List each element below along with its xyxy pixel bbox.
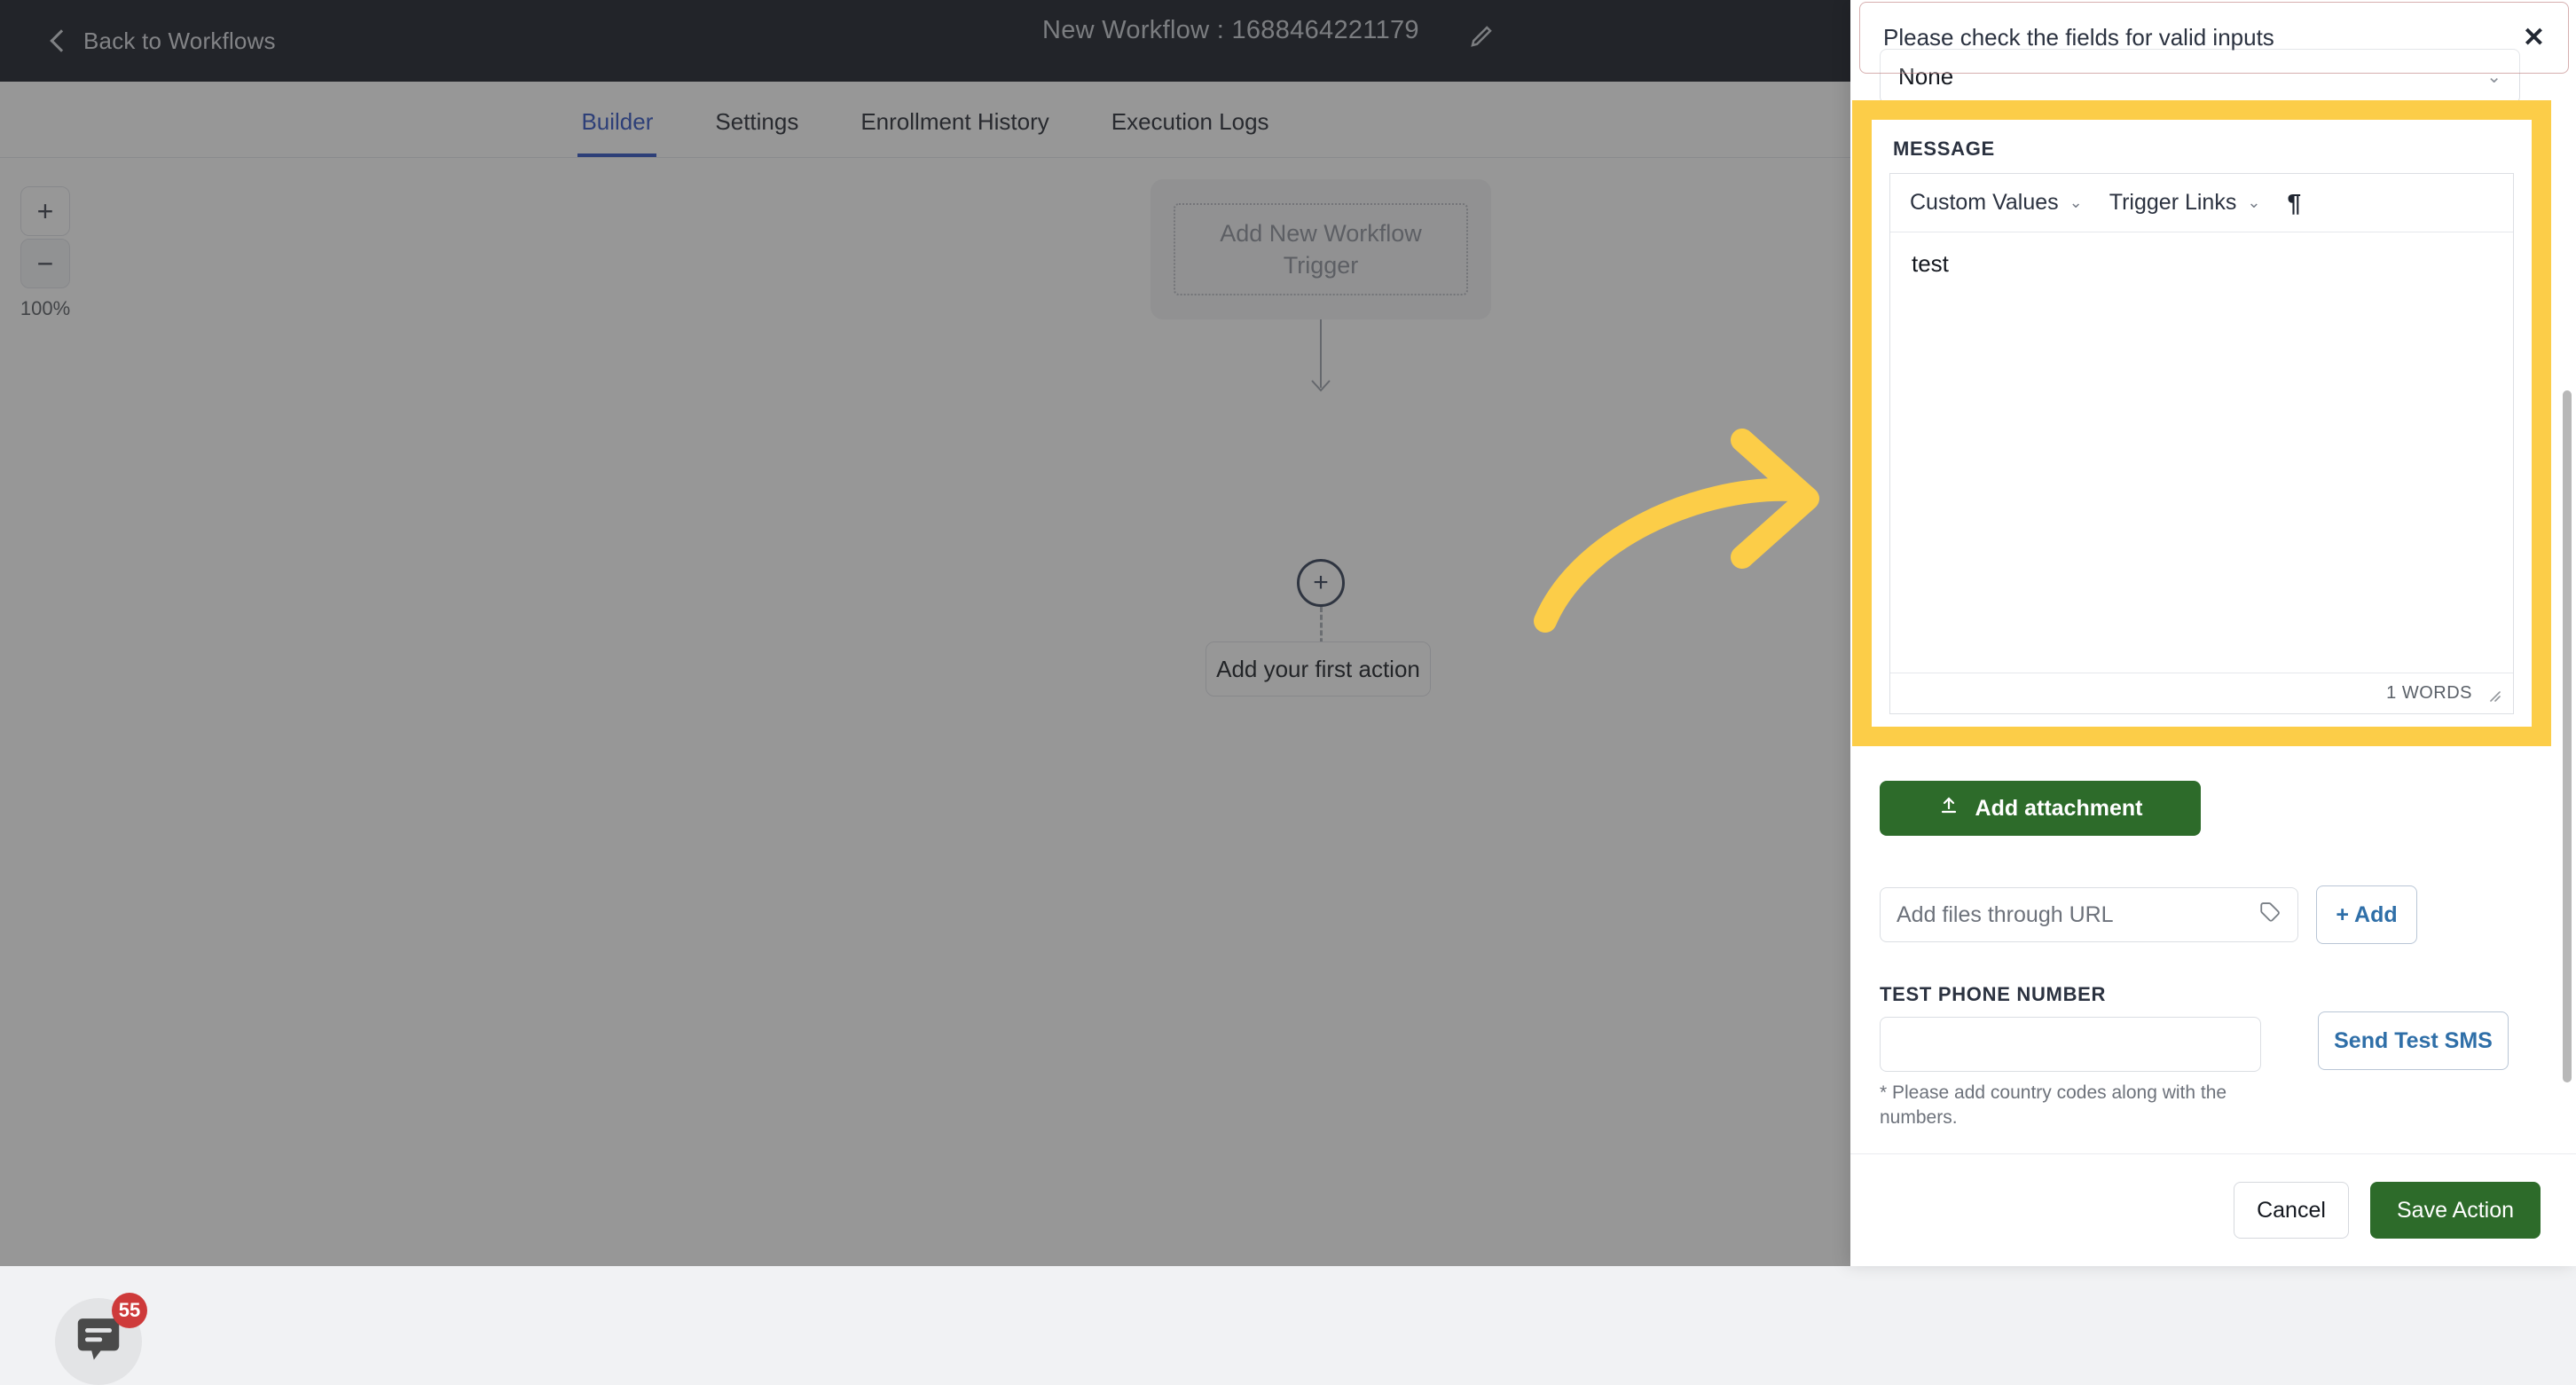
workflow-canvas[interactable]: + − 100% Add New Workflow Trigger + Add …	[0, 158, 1850, 1266]
sms-action-panel: None ⌄ MESSAGE Custom Values ⌄ Tr	[1850, 0, 2576, 1266]
add-node-button[interactable]: +	[1297, 559, 1345, 607]
connector-arrow-icon	[1311, 380, 1331, 392]
add-new-workflow-trigger-button[interactable]: Add New Workflow Trigger	[1174, 203, 1468, 295]
message-card: MESSAGE Custom Values ⌄ Trigger Links ⌄	[1872, 120, 2532, 727]
test-phone-hint: * Please add country codes along with th…	[1880, 1081, 2261, 1131]
test-phone-input[interactable]	[1880, 1017, 2261, 1072]
pilcrow-icon[interactable]: ¶	[2287, 189, 2301, 217]
custom-values-label: Custom Values	[1910, 190, 2059, 216]
back-to-workflows-label: Back to Workflows	[83, 28, 276, 55]
cancel-button[interactable]: Cancel	[2234, 1182, 2349, 1239]
validation-toast: Please check the fields for valid inputs…	[1859, 2, 2569, 74]
zoom-out-button[interactable]: −	[20, 239, 70, 288]
resize-grip-icon[interactable]	[2485, 686, 2501, 702]
message-section-label: MESSAGE	[1893, 138, 2514, 161]
trigger-links-dropdown[interactable]: Trigger Links ⌄	[2109, 190, 2261, 216]
message-editor[interactable]: Custom Values ⌄ Trigger Links ⌄ ¶ test	[1889, 173, 2514, 714]
zoom-level-label: 100%	[20, 297, 70, 320]
connector-line	[1320, 319, 1322, 388]
chat-widget[interactable]: 55	[55, 1298, 142, 1385]
tab-builder[interactable]: Builder	[577, 108, 656, 157]
custom-values-dropdown[interactable]: Custom Values ⌄	[1910, 190, 2083, 216]
close-icon[interactable]: ✕	[2523, 25, 2545, 51]
message-highlight-box: MESSAGE Custom Values ⌄ Trigger Links ⌄	[1852, 100, 2551, 746]
chat-unread-badge: 55	[112, 1293, 147, 1328]
add-attachment-button[interactable]: Add attachment	[1880, 781, 2201, 836]
test-phone-label: TEST PHONE NUMBER	[1880, 983, 2106, 1006]
panel-footer: Cancel Save Action	[1850, 1153, 2576, 1266]
add-first-action-button[interactable]: Add your first action	[1206, 641, 1431, 696]
app-topbar: Back to Workflows New Workflow : 1688464…	[0, 0, 1850, 82]
zoom-in-button[interactable]: +	[20, 186, 70, 236]
pencil-icon[interactable]	[1468, 23, 1495, 50]
tab-execution-logs[interactable]: Execution Logs	[1108, 108, 1273, 157]
file-url-row: Add files through URL + Add	[1880, 887, 2520, 942]
word-count-label: 1 WORDS	[2386, 683, 2472, 704]
workflow-title: New Workflow : 1688464221179	[1042, 16, 1419, 45]
file-url-placeholder: Add files through URL	[1897, 902, 2114, 928]
panel-scrollbar-thumb[interactable]	[2563, 390, 2572, 1082]
message-textarea[interactable]: test	[1890, 232, 2513, 673]
workflow-trigger-node[interactable]: Add New Workflow Trigger	[1151, 179, 1491, 319]
trigger-links-label: Trigger Links	[2109, 190, 2237, 216]
message-editor-toolbar: Custom Values ⌄ Trigger Links ⌄ ¶	[1890, 174, 2513, 232]
add-attachment-label: Add attachment	[1975, 796, 2143, 822]
tag-icon[interactable]	[2258, 901, 2281, 930]
validation-toast-message: Please check the fields for valid inputs	[1883, 24, 2274, 51]
save-action-button[interactable]: Save Action	[2370, 1182, 2541, 1239]
upload-icon	[1938, 795, 1959, 822]
message-editor-status: 1 WORDS	[1890, 673, 2513, 713]
back-to-workflows-link[interactable]: Back to Workflows	[53, 28, 276, 55]
panel-scrollbar[interactable]	[2561, 0, 2573, 1266]
tab-enrollment-history[interactable]: Enrollment History	[857, 108, 1052, 157]
add-url-button[interactable]: + Add	[2316, 885, 2417, 944]
panel-body: None ⌄ MESSAGE Custom Values ⌄ Tr	[1850, 0, 2576, 1153]
workflow-tabbar: Builder Settings Enrollment History Exec…	[0, 82, 1850, 158]
tab-settings[interactable]: Settings	[711, 108, 802, 157]
chevron-down-icon: ⌄	[2247, 193, 2260, 212]
send-test-sms-button[interactable]: Send Test SMS	[2318, 1011, 2509, 1070]
file-url-input[interactable]: Add files through URL	[1880, 887, 2298, 942]
chevron-left-icon	[50, 29, 72, 51]
chevron-down-icon: ⌄	[2069, 193, 2083, 212]
zoom-controls: + − 100%	[16, 186, 75, 320]
